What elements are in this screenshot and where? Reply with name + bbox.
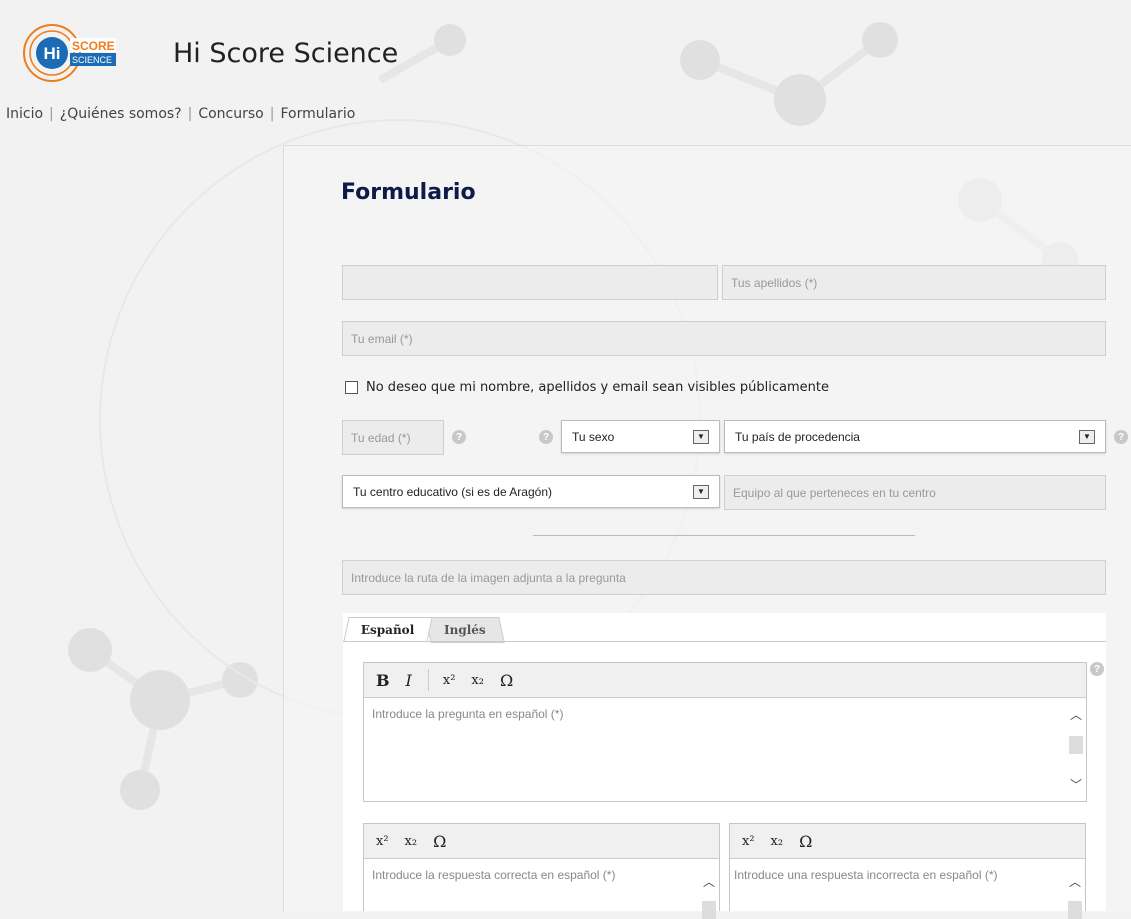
- scroll-down-icon[interactable]: ﹀: [1070, 776, 1082, 793]
- school-select-value: Tu centro educativo (si es de Aragón): [353, 484, 552, 499]
- incorrect-answer-input[interactable]: Introduce una respuesta incorrecta en es…: [734, 868, 998, 882]
- tab-espanol-label: Español: [361, 623, 415, 637]
- dropdown-arrow-icon: ▼: [693, 484, 709, 499]
- surname-field[interactable]: Tus apellidos (*): [722, 265, 1106, 300]
- question-editor[interactable]: B I x² x₂ Ω Introduce la pregunta en esp…: [363, 662, 1087, 802]
- tab-ingles[interactable]: Inglés: [425, 617, 505, 643]
- country-select[interactable]: Tu país de procedencia ▼: [724, 420, 1106, 453]
- nav-separator: |: [49, 106, 54, 122]
- team-field[interactable]: Equipo al que perteneces en tu centro: [724, 475, 1106, 510]
- nav-item-quienes-somos[interactable]: ¿Quiénes somos?: [60, 106, 182, 122]
- image-path-field[interactable]: Introduce la ruta de la imagen adjunta a…: [342, 560, 1106, 595]
- toolbar-separator: [427, 669, 429, 691]
- privacy-checkbox[interactable]: [345, 381, 358, 394]
- question-scrollbar[interactable]: ︿ ﹀: [1066, 698, 1086, 801]
- scroll-thumb[interactable]: [1069, 736, 1083, 754]
- privacy-label: No deseo que mi nombre, apellidos y emai…: [366, 380, 829, 395]
- correct-answer-toolbar: x² x₂ Ω: [364, 824, 719, 859]
- correct-answer-editor[interactable]: x² x₂ Ω Introduce la respuesta correcta …: [363, 823, 720, 919]
- special-characters-button[interactable]: Ω: [799, 832, 812, 851]
- incorrect-answer-toolbar: x² x₂ Ω: [730, 824, 1085, 859]
- tab-espanol[interactable]: Español: [343, 617, 433, 642]
- superscript-button[interactable]: x²: [376, 834, 389, 849]
- sex-select[interactable]: Tu sexo ▼: [561, 420, 720, 453]
- main-nav: Inicio | ¿Quiénes somos? | Concurso | Formular…: [6, 106, 355, 122]
- subscript-button[interactable]: x₂: [471, 673, 484, 688]
- superscript-button[interactable]: x²: [443, 673, 456, 688]
- svg-text:Hi: Hi: [44, 44, 61, 63]
- correct-answer-scrollbar[interactable]: ︿: [699, 859, 719, 919]
- age-help-icon[interactable]: ?: [452, 430, 466, 444]
- email-field[interactable]: Tu email (*): [342, 321, 1106, 356]
- sex-help-icon[interactable]: ?: [539, 430, 553, 444]
- scroll-up-icon[interactable]: ︿: [1070, 706, 1082, 723]
- privacy-checkbox-row[interactable]: No deseo que mi nombre, apellidos y emai…: [345, 380, 829, 395]
- page-title: Formulario: [341, 180, 476, 205]
- bold-button[interactable]: B: [376, 671, 390, 690]
- nav-separator: |: [187, 106, 193, 122]
- special-characters-button[interactable]: Ω: [500, 671, 513, 690]
- subscript-button[interactable]: x₂: [405, 834, 418, 849]
- nav-item-concurso[interactable]: Concurso: [198, 106, 263, 122]
- scroll-thumb[interactable]: [702, 901, 716, 919]
- sex-select-value: Tu sexo: [572, 429, 615, 444]
- subscript-button[interactable]: x₂: [771, 834, 784, 849]
- correct-answer-input[interactable]: Introduce la respuesta correcta en españ…: [372, 868, 615, 882]
- country-select-value: Tu país de procedencia: [735, 429, 860, 444]
- tab-baseline: [343, 641, 1106, 642]
- nav-item-formulario[interactable]: Formulario: [280, 106, 355, 122]
- svg-text:SCORE: SCORE: [72, 39, 115, 53]
- dropdown-arrow-icon: ▼: [1079, 429, 1095, 444]
- hi-score-science-logo[interactable]: Hi SCORE SCIENCE: [20, 22, 140, 84]
- italic-button[interactable]: I: [406, 671, 412, 690]
- section-divider: [533, 535, 915, 536]
- dropdown-arrow-icon: ▼: [693, 429, 709, 444]
- svg-text:SCIENCE: SCIENCE: [72, 55, 112, 65]
- school-select[interactable]: Tu centro educativo (si es de Aragón) ▼: [342, 475, 720, 508]
- question-editor-toolbar: B I x² x₂ Ω: [364, 663, 1086, 698]
- superscript-button[interactable]: x²: [742, 834, 755, 849]
- question-help-icon[interactable]: ?: [1090, 662, 1104, 676]
- incorrect-answer-editor[interactable]: x² x₂ Ω Introduce una respuesta incorrec…: [729, 823, 1086, 919]
- country-help-icon[interactable]: ?: [1114, 430, 1128, 444]
- nav-item-inicio[interactable]: Inicio: [6, 106, 43, 122]
- scroll-up-icon[interactable]: ︿: [1069, 873, 1081, 890]
- name-field[interactable]: [342, 265, 718, 300]
- scroll-up-icon[interactable]: ︿: [703, 873, 715, 890]
- site-title: Hi Score Science: [173, 38, 399, 69]
- scroll-thumb[interactable]: [1068, 901, 1082, 919]
- age-field[interactable]: Tu edad (*): [342, 420, 444, 455]
- special-characters-button[interactable]: Ω: [433, 832, 446, 851]
- question-input[interactable]: Introduce la pregunta en español (*): [372, 707, 563, 721]
- tab-ingles-label: Inglés: [444, 623, 486, 637]
- incorrect-answer-scrollbar[interactable]: ︿: [1065, 859, 1085, 919]
- site-header: Hi SCORE SCIENCE Hi Score Science: [0, 0, 1131, 100]
- nav-separator: |: [269, 106, 275, 122]
